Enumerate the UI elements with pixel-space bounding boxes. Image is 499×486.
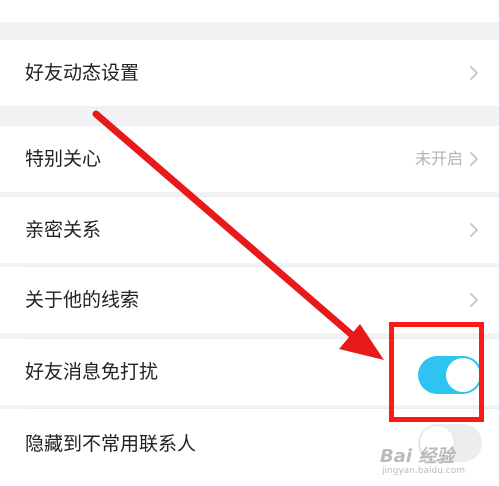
chevron-right-icon — [470, 66, 478, 80]
row-label: 好友动态设置 — [25, 62, 140, 84]
row-label: 好友消息免打扰 — [25, 361, 159, 383]
row-status-value: 未开启 — [414, 149, 463, 168]
row-label: 隐藏到不常用联系人 — [25, 433, 197, 455]
settings-screen: 好友动态设置 特别关心 未开启 亲密关系 关于他的线索 好友消息免打扰 隐藏到不… — [0, 0, 499, 486]
chevron-right-icon — [470, 293, 478, 307]
row-label: 关于他的线索 — [25, 289, 140, 311]
row-label: 亲密关系 — [25, 219, 102, 241]
row-special-care[interactable]: 特别关心 未开启 — [0, 126, 499, 192]
watermark-url: jingyan.baidu.com — [382, 466, 466, 476]
watermark-logo: Bai 经验 — [380, 446, 455, 467]
chevron-right-icon — [470, 223, 478, 237]
baidu-jingyan-watermark: Bai 经验 jingyan.baidu.com — [380, 440, 490, 480]
chevron-right-icon — [470, 152, 478, 166]
row-friend-feed-settings[interactable]: 好友动态设置 — [0, 40, 499, 106]
row-intimate-relationship[interactable]: 亲密关系 — [0, 197, 499, 263]
top-card-fragment — [0, 0, 499, 22]
highlight-box — [389, 322, 484, 422]
row-label: 特别关心 — [25, 148, 102, 170]
